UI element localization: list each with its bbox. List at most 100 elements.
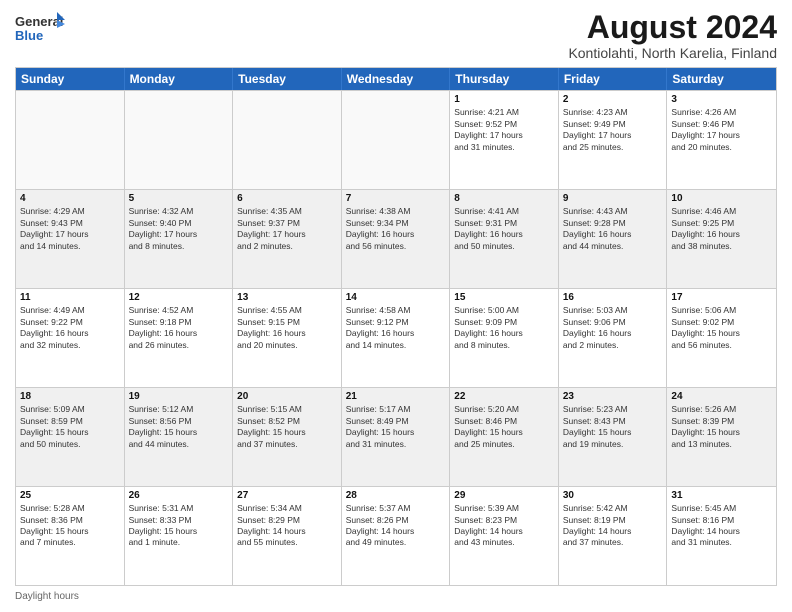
day-18: 18Sunrise: 5:09 AM Sunset: 8:59 PM Dayli… (16, 388, 125, 486)
day-info: Sunrise: 5:00 AM Sunset: 9:09 PM Dayligh… (454, 305, 554, 351)
day-number: 5 (129, 193, 229, 204)
day-number: 19 (129, 391, 229, 402)
day-info: Sunrise: 5:20 AM Sunset: 8:46 PM Dayligh… (454, 404, 554, 450)
day-number: 30 (563, 490, 663, 501)
day-16: 16 Sunrise: 5:03 AM Sunset: 9:06 PM Dayli… (559, 289, 668, 387)
day-info: Sunrise: 5:12 AM Sunset: 8:56 PM Dayligh… (129, 404, 229, 450)
day-number: 29 (454, 490, 554, 501)
day-info: Sunrise: 5:42 AM Sunset: 8:19 PM Dayligh… (563, 503, 663, 549)
day-25: 25 Sunrise: 5:28 AM Sunset: 8:36 PM Dayli… (16, 487, 125, 585)
day-number: 4 (20, 193, 120, 204)
day-27: 27Sunrise: 5:34 AM Sunset: 8:29 PM Dayli… (233, 487, 342, 585)
day-info: Sunrise: 5:31 AM Sunset: 8:33 PM Dayligh… (129, 503, 229, 549)
header: General Blue August 2024 Kontiolahti, No… (15, 10, 777, 61)
calendar-body: 1 Sunrise: 4:21 AM Sunset: 9:52 PM Daylig… (16, 90, 776, 585)
day-info: Sunrise: 5:37 AM Sunset: 8:26 PM Dayligh… (346, 503, 446, 549)
day-7: 7 Sunrise: 4:38 AM Sunset: 9:34 PM Daylig… (342, 190, 451, 288)
day-info: Sunrise: 5:03 AM Sunset: 9:06 PM Dayligh… (563, 305, 663, 351)
day-4: 4 Sunrise: 4:29 AM Sunset: 9:43 PM Daylig… (16, 190, 125, 288)
day-info: Sunrise: 4:32 AM Sunset: 9:40 PM Dayligh… (129, 206, 229, 252)
week-row-0: 1 Sunrise: 4:21 AM Sunset: 9:52 PM Daylig… (16, 90, 776, 189)
day-number: 20 (237, 391, 337, 402)
day-number: 12 (129, 292, 229, 303)
day-5: 5 Sunrise: 4:32 AM Sunset: 9:40 PM Daylig… (125, 190, 234, 288)
day-info: Sunrise: 5:15 AM Sunset: 8:52 PM Dayligh… (237, 404, 337, 450)
empty-cell-0-2 (233, 91, 342, 189)
calendar: SundayMondayTuesdayWednesdayThursdayFrid… (15, 67, 777, 586)
day-3: 3Sunrise: 4:26 AM Sunset: 9:46 PM Daylig… (667, 91, 776, 189)
day-info: Sunrise: 5:23 AM Sunset: 8:43 PM Dayligh… (563, 404, 663, 450)
day-number: 31 (671, 490, 772, 501)
main-title: August 2024 (568, 10, 777, 45)
day-29: 29 Sunrise: 5:39 AM Sunset: 8:23 PM Dayli… (450, 487, 559, 585)
day-info: Sunrise: 5:26 AM Sunset: 8:39 PM Dayligh… (671, 404, 772, 450)
day-number: 16 (563, 292, 663, 303)
day-13: 13Sunrise: 4:55 AM Sunset: 9:15 PM Dayli… (233, 289, 342, 387)
logo: General Blue (15, 10, 65, 50)
day-number: 2 (563, 94, 663, 105)
header-monday: Monday (125, 68, 234, 90)
day-number: 10 (671, 193, 772, 204)
day-1: 1 Sunrise: 4:21 AM Sunset: 9:52 PM Daylig… (450, 91, 559, 189)
day-number: 8 (454, 193, 554, 204)
svg-text:General: General (15, 14, 63, 29)
day-30: 30 Sunrise: 5:42 AM Sunset: 8:19 PM Dayli… (559, 487, 668, 585)
title-block: August 2024 Kontiolahti, North Karelia, … (568, 10, 777, 61)
day-31: 31Sunrise: 5:45 AM Sunset: 8:16 PM Dayli… (667, 487, 776, 585)
header-wednesday: Wednesday (342, 68, 451, 90)
day-info: Sunrise: 4:52 AM Sunset: 9:18 PM Dayligh… (129, 305, 229, 351)
week-row-3: 18Sunrise: 5:09 AM Sunset: 8:59 PM Dayli… (16, 387, 776, 486)
day-number: 26 (129, 490, 229, 501)
day-info: Sunrise: 4:35 AM Sunset: 9:37 PM Dayligh… (237, 206, 337, 252)
day-number: 13 (237, 292, 337, 303)
day-info: Sunrise: 4:46 AM Sunset: 9:25 PM Dayligh… (671, 206, 772, 252)
day-info: Sunrise: 5:28 AM Sunset: 8:36 PM Dayligh… (20, 503, 120, 549)
empty-cell-0-3 (342, 91, 451, 189)
day-number: 25 (20, 490, 120, 501)
header-thursday: Thursday (450, 68, 559, 90)
day-info: Sunrise: 5:17 AM Sunset: 8:49 PM Dayligh… (346, 404, 446, 450)
day-20: 20 Sunrise: 5:15 AM Sunset: 8:52 PM Dayli… (233, 388, 342, 486)
day-8: 8 Sunrise: 4:41 AM Sunset: 9:31 PM Daylig… (450, 190, 559, 288)
svg-text:Blue: Blue (15, 28, 43, 43)
day-info: Sunrise: 4:21 AM Sunset: 9:52 PM Dayligh… (454, 107, 554, 153)
day-info: Sunrise: 4:49 AM Sunset: 9:22 PM Dayligh… (20, 305, 120, 351)
day-24: 24 Sunrise: 5:26 AM Sunset: 8:39 PM Dayli… (667, 388, 776, 486)
week-row-1: 4 Sunrise: 4:29 AM Sunset: 9:43 PM Daylig… (16, 189, 776, 288)
day-info: Sunrise: 4:23 AM Sunset: 9:49 PM Dayligh… (563, 107, 663, 153)
day-number: 21 (346, 391, 446, 402)
day-info: Sunrise: 4:58 AM Sunset: 9:12 PM Dayligh… (346, 305, 446, 351)
day-info: Sunrise: 4:38 AM Sunset: 9:34 PM Dayligh… (346, 206, 446, 252)
calendar-header: SundayMondayTuesdayWednesdayThursdayFrid… (16, 68, 776, 90)
day-14: 14Sunrise: 4:58 AM Sunset: 9:12 PM Dayli… (342, 289, 451, 387)
day-number: 7 (346, 193, 446, 204)
daylight-label: Daylight hours (15, 591, 79, 602)
footer: Daylight hours (15, 591, 777, 602)
day-info: Sunrise: 5:39 AM Sunset: 8:23 PM Dayligh… (454, 503, 554, 549)
day-info: Sunrise: 4:29 AM Sunset: 9:43 PM Dayligh… (20, 206, 120, 252)
day-28: 28 Sunrise: 5:37 AM Sunset: 8:26 PM Dayli… (342, 487, 451, 585)
day-info: Sunrise: 5:34 AM Sunset: 8:29 PM Dayligh… (237, 503, 337, 549)
header-tuesday: Tuesday (233, 68, 342, 90)
day-info: Sunrise: 4:41 AM Sunset: 9:31 PM Dayligh… (454, 206, 554, 252)
day-10: 10 Sunrise: 4:46 AM Sunset: 9:25 PM Dayli… (667, 190, 776, 288)
day-21: 21 Sunrise: 5:17 AM Sunset: 8:49 PM Dayli… (342, 388, 451, 486)
day-info: Sunrise: 4:43 AM Sunset: 9:28 PM Dayligh… (563, 206, 663, 252)
page: General Blue August 2024 Kontiolahti, No… (0, 0, 792, 612)
subtitle: Kontiolahti, North Karelia, Finland (568, 45, 777, 61)
empty-cell-0-0 (16, 91, 125, 189)
day-number: 22 (454, 391, 554, 402)
logo-svg: General Blue (15, 10, 65, 50)
day-19: 19 Sunrise: 5:12 AM Sunset: 8:56 PM Dayli… (125, 388, 234, 486)
week-row-4: 25 Sunrise: 5:28 AM Sunset: 8:36 PM Dayli… (16, 486, 776, 585)
day-number: 1 (454, 94, 554, 105)
day-info: Sunrise: 5:06 AM Sunset: 9:02 PM Dayligh… (671, 305, 772, 351)
day-number: 11 (20, 292, 120, 303)
header-sunday: Sunday (16, 68, 125, 90)
day-number: 28 (346, 490, 446, 501)
day-9: 9Sunrise: 4:43 AM Sunset: 9:28 PM Daylig… (559, 190, 668, 288)
day-number: 18 (20, 391, 120, 402)
day-number: 24 (671, 391, 772, 402)
day-2: 2 Sunrise: 4:23 AM Sunset: 9:49 PM Daylig… (559, 91, 668, 189)
day-number: 6 (237, 193, 337, 204)
